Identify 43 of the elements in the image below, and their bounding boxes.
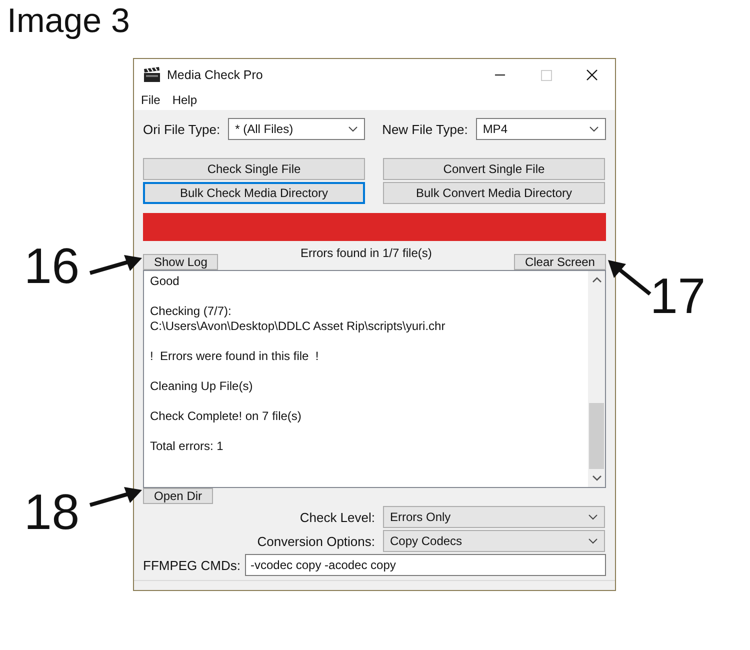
ffmpeg-cmds-field[interactable]: -vcodec copy -acodec copy [244,554,606,576]
show-log-button[interactable]: Show Log [143,254,218,270]
callout-number: 17 [650,270,706,322]
menu-item[interactable]: Help [172,93,198,107]
log-entry: Check Complete! on 7 file(s) [150,409,302,424]
file-type-dropdown[interactable]: MP4 [476,118,606,140]
callout-number: 16 [24,240,80,292]
field-label: Conversion Options: [257,534,375,548]
clapperboard-icon [143,66,161,82]
field-label: Ori File Type: [143,122,220,136]
conversion-options-dropdown[interactable]: Copy Codecs [383,530,605,552]
menu-item[interactable]: File [141,93,160,107]
check-level-dropdown[interactable]: Errors Only [383,506,605,528]
action-button[interactable]: Convert Single File [383,158,605,180]
callout-arrow [88,486,144,508]
field-label: Check Level: [300,510,375,524]
log-entry: Cleaning Up File(s) [150,379,254,394]
field-label: FFMPEG CMDs: [143,558,240,572]
window-title: Media Check Pro [167,68,264,82]
log-entry: Checking (7/7): C:\Users\Avon\Desktop\DDLC Asset Rip\scripts\yuri.chr [150,304,446,334]
chevron-icon [588,514,598,520]
log-entry: Good [150,274,180,289]
field-label: New File Type: [382,122,468,136]
chevron-icon [589,126,599,132]
status-text: Errors found in 1/7 file(s) [300,246,432,260]
callout-number: 18 [24,486,80,538]
scroll-down-icon[interactable] [592,475,602,481]
action-button[interactable]: Check Single File [143,158,365,180]
callout-arrow [88,254,144,276]
clear-screen-button[interactable]: Clear Screen [514,254,606,270]
open-dir-button[interactable]: Open Dir [143,488,214,504]
scroll-thumb[interactable] [589,403,604,469]
chevron-icon [348,126,358,132]
scrollbar[interactable] [588,271,605,487]
file-type-dropdown[interactable]: * (All Files) [228,118,366,140]
log-entry: ! Errors were found in this file ! [150,349,320,364]
log-entry: Total errors: 1 [150,439,224,454]
scroll-up-icon[interactable] [592,277,602,283]
figure-title: Image 3 [7,1,130,42]
callout-arrow [606,258,652,296]
action-button[interactable]: Bulk Convert Media Directory [383,182,605,204]
action-button[interactable]: Bulk Check Media Directory [143,182,365,204]
chevron-icon [588,538,598,544]
